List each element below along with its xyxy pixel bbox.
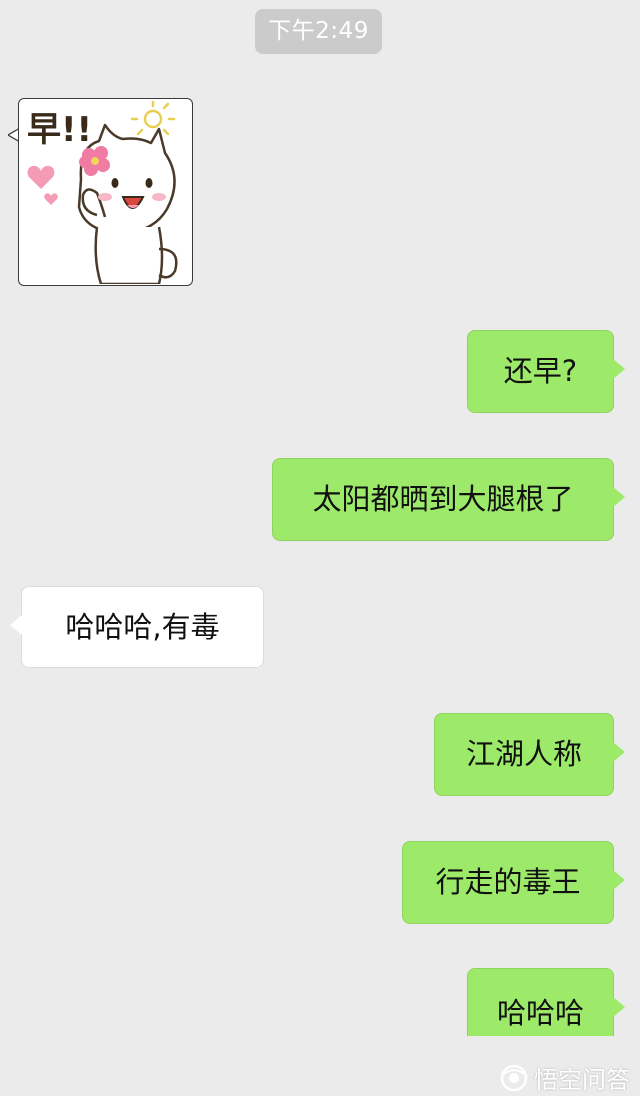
- watermark: 悟空问答: [500, 1060, 630, 1095]
- watermark-text: 悟空问答: [534, 1066, 630, 1094]
- wukong-logo-icon: [500, 1064, 528, 1091]
- message-bubble-outgoing[interactable]: 江湖人称: [434, 713, 625, 796]
- message-text: 行走的毒王: [435, 865, 581, 899]
- message-text: 太阳都晒到大腿根了: [312, 482, 574, 516]
- cat-sticker-icon: 早!!: [27, 100, 178, 284]
- timestamp-pill: 下午2:49: [255, 9, 382, 54]
- message-bubble-outgoing[interactable]: 行走的毒王: [402, 841, 625, 924]
- message-text: 江湖人称: [465, 737, 582, 771]
- message-bubble-outgoing[interactable]: 还早?: [467, 330, 625, 413]
- message-bubble-incoming[interactable]: 哈哈哈,有毒: [10, 586, 264, 668]
- chat-screen: 下午2:49 早!! 还早? 太阳都晒到大腿根了 哈哈哈,有毒 江湖人称 行走的…: [0, 0, 640, 1096]
- message-bubble-outgoing[interactable]: 太阳都晒到大腿根了: [272, 458, 625, 541]
- sun-icon: [130, 100, 176, 136]
- cat-sticker-message[interactable]: 早!!: [18, 98, 193, 286]
- heart-icon: [27, 165, 55, 189]
- message-text: 哈哈哈: [496, 996, 584, 1030]
- message-text: 还早?: [503, 354, 578, 388]
- message-text: 哈哈哈,有毒: [65, 609, 220, 644]
- sticker-text: 早!!: [27, 110, 92, 150]
- heart-icon: [44, 193, 58, 205]
